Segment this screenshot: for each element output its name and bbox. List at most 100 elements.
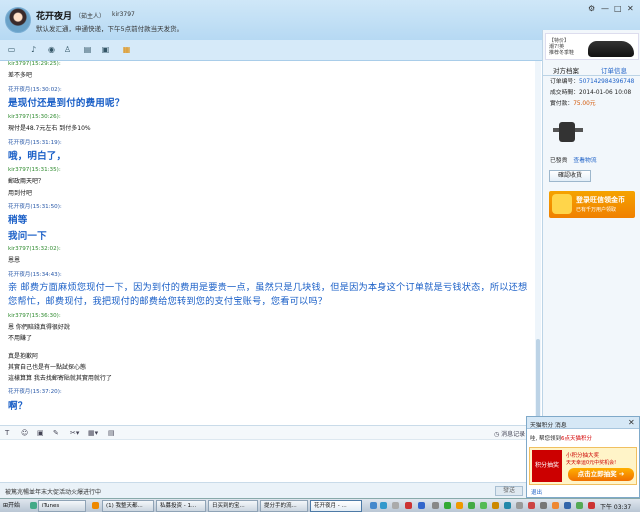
share-icon[interactable]: ▤ [82,45,93,55]
message-time: (15:32:02): [29,246,61,252]
order-no[interactable]: 507142984396748 [579,79,634,85]
view-logistics-link[interactable]: 查看物流 [573,158,596,164]
video-icon[interactable]: ◉ [46,45,57,55]
quicklaunch-icon[interactable] [92,502,99,509]
tab-order[interactable]: 订单信息 [601,65,627,75]
ad-label: 【特价】 潮7!英 推荐冬季鞋 [549,38,575,56]
message: kir3797(15:29:25): 差不多吧 [8,61,61,79]
message-text: 差不多吧 [8,72,33,79]
message-time: (15:31:19): [30,140,62,146]
settings-icon[interactable]: ⚙ [588,4,595,13]
lottery-banner[interactable]: 积分抽奖 小积分抽大奖 天天幸运0元中奖机会! 点击立即抽奖 ➔ [529,447,637,485]
message-text: 恩 你們賠錢真得很好說 [8,324,70,331]
popup-exit-link[interactable]: 退出 [531,488,542,496]
popup-header: 天猫积分 消息 ✕ [527,417,639,429]
add-contact-icon[interactable]: ♙ [62,45,73,55]
sender-name: 花开夜月 [8,389,31,395]
panel-tabs: 对方档案 订单信息 [543,63,640,76]
message: kir3797(15:36:30): 恩 你們賠錢真得很好說 不用賺了 真是抱歉… [8,313,112,382]
lottery-button[interactable]: 点击立即抽奖 ➔ [568,468,634,481]
tray-icon[interactable] [418,502,425,509]
tray-icon[interactable] [370,502,377,509]
tray-icon[interactable] [444,502,451,509]
tray-icon[interactable] [468,502,475,509]
tray-icon[interactable] [480,502,487,509]
tray-icon[interactable] [504,502,511,509]
voice-icon[interactable]: ♪ [28,45,39,55]
popup-message: 哇, 帮您领到6点天猫积分 [530,434,592,442]
order-no-label: 订单编号： [550,79,579,85]
ad-banner[interactable]: 【特价】 潮7!英 推荐冬季鞋 [545,33,639,60]
product-image[interactable] [553,118,583,148]
close-button[interactable]: ✕ [627,4,634,13]
message-text: 我问一下 [8,231,47,242]
coin-ad-banner[interactable]: 登录旺信领金币 已有千万用户领取 [549,191,635,218]
message-time: (15:30:26): [29,114,61,120]
popup-title: 天猫积分 消息 [530,423,567,429]
tray-icon[interactable] [588,502,595,509]
tray-icon[interactable] [432,502,439,509]
maximize-button[interactable]: □ [614,4,622,13]
task-window-active[interactable]: 花开夜月 - ... [310,500,362,512]
message: 花开夜月(15:34:43): 亲 邮费方面麻烦您现付一下，因为到付的费用是要贵… [8,270,532,309]
tray-icon[interactable] [516,502,523,509]
tab-profile[interactable]: 对方档案 [553,65,579,75]
tray-icon[interactable] [552,502,559,509]
tray-icon[interactable] [576,502,583,509]
tray-icon[interactable] [528,502,535,509]
order-info: 订单编号：507142984396748 成交時間：2014-01-06 10:… [550,77,634,110]
tray-icon[interactable] [392,502,399,509]
task-window[interactable]: 日买到的宝... [208,500,258,512]
tray-icon[interactable] [380,502,387,509]
sender-name: kir3797 [8,61,30,67]
send-button[interactable]: 發送 [495,486,523,496]
minimize-button[interactable]: — [601,4,609,13]
screen-icon[interactable]: ▣ [100,45,111,55]
message-log-link[interactable]: ◷ 消息记录 [494,429,525,438]
message-text: 郵政兩天吧？ [8,178,45,185]
sender-name: kir3797 [8,246,30,252]
lottery-title: 小积分抽大奖 [566,453,600,459]
scrollbar-thumb[interactable] [536,339,540,423]
tray-icon[interactable] [492,502,499,509]
task-itunes[interactable]: iTunes [38,500,86,512]
confirm-receipt-button[interactable]: 確認收貨 [549,170,591,182]
deal-time-label: 成交時間： [550,90,579,96]
tray-icon[interactable] [405,502,412,509]
tray-icon[interactable] [564,502,571,509]
tray-icon[interactable] [540,502,547,509]
quicklaunch-icon[interactable] [30,502,37,509]
popup-message-prefix: 哇, 帮您领到 [530,436,561,442]
edit-icon[interactable]: ✎ [53,429,59,437]
message-time: (15:30:02): [30,87,62,93]
chat-scrollbar[interactable] [535,61,541,425]
sender-name: 花开夜月 [8,272,31,278]
start-button[interactable]: ⊞开始 [1,500,25,512]
avatar[interactable] [5,7,31,33]
contact-id: kir3797 [112,11,135,18]
emoji-icon[interactable]: ☺ [21,429,28,437]
popup-close-icon[interactable]: ✕ [628,418,635,427]
message-input[interactable] [0,440,541,482]
font-icon[interactable]: T [5,429,9,437]
message-time: (15:34:43): [30,272,62,278]
message-text: 其實自己也是有一點試探心態 [8,364,87,371]
message-history: kir3797(15:29:25): 差不多吧 花开夜月(15:30:02): … [0,61,541,425]
task-window[interactable]: (1) 我整天都... [102,500,154,512]
screenshot-icon[interactable]: ✂▾ [70,429,79,437]
task-window[interactable]: 提分手的流... [260,500,308,512]
sender-name: kir3797 [8,313,30,319]
image-icon[interactable]: ▣ [37,429,44,437]
contact-status: 默认发汇通，申通快递，下午5点前付款当天发货。 [36,25,184,33]
coin-ad-subtitle: 已有千万用户领取 [576,207,617,213]
quick-reply-icon[interactable]: ▦▾ [88,429,98,437]
transfer-file-icon[interactable]: ▭ [6,45,17,55]
task-window[interactable]: 私募投资 - 1... [156,500,206,512]
clock[interactable]: 下午 03:37 [600,502,631,511]
footer-promo[interactable]: 被篤兆暢並年末大促活动火爆进行中 [5,487,101,496]
chat-footer: 被篤兆暢並年末大促活动火爆进行中 發送 [0,482,541,498]
shipping-links: 已發貨 查看物流 [550,155,597,164]
tray-icon[interactable] [456,502,463,509]
more-icon[interactable]: ▤ [108,429,115,437]
shop-icon[interactable]: ▦ [121,45,132,55]
